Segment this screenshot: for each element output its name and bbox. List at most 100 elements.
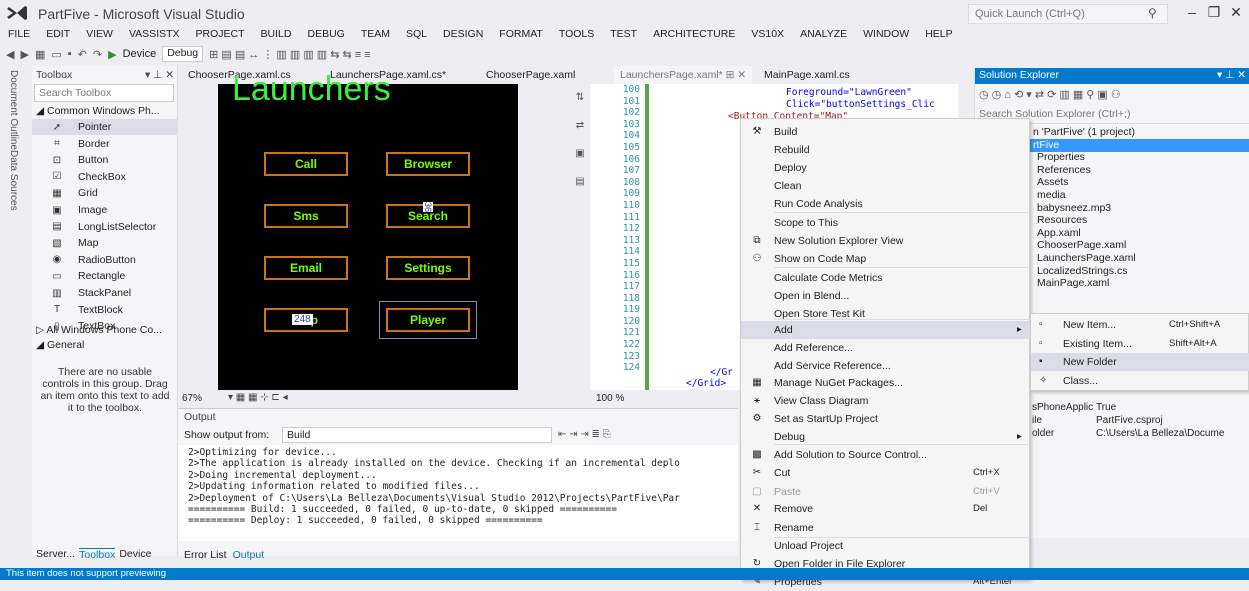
submenu-item-new-folder[interactable]: ▪ New Folder xyxy=(1031,353,1249,371)
submenu-item-class[interactable]: ✧ Class... xyxy=(1031,372,1249,390)
configuration-select[interactable]: Debug xyxy=(162,46,204,62)
menu-project[interactable]: PROJECT xyxy=(188,26,253,43)
settings-button[interactable]: Settings xyxy=(386,256,470,280)
toolbox-search-input[interactable]: Search Toolbox xyxy=(34,84,174,102)
tab-mainpage-cs[interactable]: MainPage.xaml.cs xyxy=(758,66,856,84)
toolbox-item-pointer[interactable]: ➚ Pointer xyxy=(32,119,178,135)
menu-architecture[interactable]: ARCHITECTURE xyxy=(645,26,743,43)
output-source-select[interactable]: Build xyxy=(282,427,552,443)
phone-canvas[interactable] xyxy=(218,84,518,390)
forward-icon[interactable]: ▶ xyxy=(20,48,28,61)
menu-view[interactable]: VIEW xyxy=(78,26,121,43)
context-item-paste[interactable]: Paste ▢ Ctrl+V xyxy=(741,483,1031,501)
context-item-add[interactable]: Add ▸ xyxy=(741,321,1031,339)
toolbox-item-grid[interactable]: ▦ Grid xyxy=(32,185,178,201)
context-item-set-as-startup-project[interactable]: Set as StartUp Project ⚙ xyxy=(741,410,1031,428)
toolbox-item-textblock[interactable]: T TextBlock xyxy=(32,302,178,318)
minimize-icon[interactable]: – xyxy=(1180,4,1204,22)
context-item-add-solution-to-source-control[interactable]: Add Solution to Source Control... ▩ xyxy=(741,446,1031,464)
menu-tools[interactable]: TOOLS xyxy=(551,26,602,43)
start-icon[interactable]: ▶ xyxy=(108,48,116,61)
split-view-icons[interactable]: ⇅ ⇄ ▣ ▤ xyxy=(572,84,588,390)
context-item-deploy[interactable]: Deploy xyxy=(741,159,1031,177)
menu-file[interactable]: FILE xyxy=(0,26,38,43)
browser-button[interactable]: Browser xyxy=(386,152,470,176)
tab-chooserpage-xaml[interactable]: ChooserPage.xaml xyxy=(480,66,581,84)
toolbox-item-stackpanel[interactable]: ▥ StackPanel xyxy=(32,285,178,301)
device-tab[interactable]: Device xyxy=(119,548,151,561)
toolbox-item-image[interactable]: ▣ Image xyxy=(32,202,178,218)
context-item-show-on-code-map[interactable]: Show on Code Map ⚇ xyxy=(741,250,1031,268)
menu-vs10x[interactable]: VS10X xyxy=(743,26,792,43)
output-text[interactable]: 2>Optimizing for device... 2>The applicat… xyxy=(178,445,738,541)
save-icon[interactable]: ▪ xyxy=(68,48,72,60)
context-item-add-reference[interactable]: Add Reference... xyxy=(741,339,1031,357)
context-item-run-code-analysis[interactable]: Run Code Analysis xyxy=(741,195,1031,213)
context-item-rebuild[interactable]: Rebuild xyxy=(741,141,1031,159)
designer-zoom[interactable]: 67% xyxy=(182,393,202,404)
search-icon[interactable]: ⚲ xyxy=(1148,6,1157,20)
output-toolbar-icons[interactable]: ⇤ ⇥ ⇥ ≣ ⎘ xyxy=(558,429,611,440)
context-item-calculate-code-metrics[interactable]: Calculate Code Metrics xyxy=(741,269,1031,287)
context-item-clean[interactable]: Clean xyxy=(741,177,1031,195)
toolbox-item-checkbox[interactable]: ☑ CheckBox xyxy=(32,169,178,185)
email-button[interactable]: Email xyxy=(264,256,348,280)
submenu-item-existing-item[interactable]: ▫ Existing Item... Shift+Alt+A xyxy=(1031,335,1249,353)
quick-launch-input[interactable]: Quick Launch (Ctrl+Q) xyxy=(968,4,1168,24)
context-item-unload-project[interactable]: Unload Project xyxy=(741,537,1031,555)
menu-edit[interactable]: EDIT xyxy=(38,26,78,43)
menu-analyze[interactable]: ANALYZE xyxy=(792,26,855,43)
context-item-debug[interactable]: Debug ▸ xyxy=(741,428,1031,446)
device-target[interactable]: Device xyxy=(123,48,157,60)
context-item-view-class-diagram[interactable]: View Class Diagram ⚹ xyxy=(741,392,1031,410)
menu-help[interactable]: HELP xyxy=(917,26,960,43)
submenu-item-new-item[interactable]: ▫ New Item... Ctrl+Shift+A xyxy=(1031,316,1249,334)
open-icon[interactable]: ▭ xyxy=(51,48,61,61)
output-tab[interactable]: Output xyxy=(233,549,265,561)
sms-button[interactable]: Sms xyxy=(264,204,348,228)
toolbox-group-common[interactable]: ◢ Common Windows Ph... xyxy=(36,105,160,117)
redo-icon[interactable]: ↷ xyxy=(93,48,102,61)
toolbox-item-rectangle[interactable]: ▭ Rectangle xyxy=(32,268,178,284)
context-item-scope-to-this[interactable]: Scope to This xyxy=(741,214,1031,232)
designer-grid-icons[interactable]: ▾ ▦ ▦ ⊹ ⊏ ◂ xyxy=(228,392,288,403)
close-icon[interactable]: ⊞ ✕ xyxy=(726,69,747,81)
player-button[interactable]: Player xyxy=(379,301,477,339)
toolbox-item-border[interactable]: ⌗ Border xyxy=(32,136,178,152)
undo-icon[interactable]: ↶ xyxy=(78,48,87,61)
menu-build[interactable]: BUILD xyxy=(253,26,300,43)
context-item-cut[interactable]: Cut ✂ Ctrl+X xyxy=(741,464,1031,482)
toolbox-tab[interactable]: Toolbox xyxy=(79,548,116,561)
menu-design[interactable]: DESIGN xyxy=(435,26,491,43)
toolbox-item-longlistselector[interactable]: ▤ LongListSelector xyxy=(32,219,178,235)
pin-close-icon[interactable]: ▾ ⊥ ✕ xyxy=(145,69,174,81)
editor-zoom[interactable]: 100 % xyxy=(596,393,624,404)
menu-format[interactable]: FORMAT xyxy=(491,26,551,43)
context-item-new-solution-explorer-view[interactable]: New Solution Explorer View ⧉ xyxy=(741,232,1031,250)
toolbox-item-button[interactable]: ⊡ Button xyxy=(32,152,178,168)
back-icon[interactable]: ◀ xyxy=(6,48,14,61)
pin-close-icon[interactable]: ▾ ⊥ ✕ xyxy=(1217,69,1246,81)
context-item-remove[interactable]: Remove ✕ Del xyxy=(741,500,1031,518)
context-item-manage-nuget-packages[interactable]: Manage NuGet Packages... ▦ xyxy=(741,374,1031,392)
menu-sql[interactable]: SQL xyxy=(398,26,435,43)
data-sources-tab[interactable]: Data Sources xyxy=(8,150,19,211)
context-item-add-service-reference[interactable]: Add Service Reference... xyxy=(741,357,1031,375)
menu-test[interactable]: TEST xyxy=(602,26,645,43)
error-list-tab[interactable]: Error List xyxy=(184,549,227,561)
restore-icon[interactable]: ❐ xyxy=(1202,4,1226,22)
document-outline-tab[interactable]: Document Outline xyxy=(8,70,19,150)
menu-debug[interactable]: DEBUG xyxy=(299,26,352,43)
toolbox-group-general[interactable]: ◢ General xyxy=(36,339,84,351)
new-project-icon[interactable]: ▦ xyxy=(35,48,45,61)
toolbox-group-all[interactable]: ▷ All Windows Phone Co... xyxy=(36,324,162,336)
server-explorer-tab[interactable]: Server... xyxy=(36,548,75,561)
menu-vassistx[interactable]: VASSISTX xyxy=(121,26,188,43)
solution-toolbar-icons[interactable]: ◷ ◷ ⌂ ⟲ ▾ ⇄ ⟳ ▥ ▦ ⚲ ▣ ⚇ xyxy=(979,88,1121,101)
context-item-rename[interactable]: Rename ⌶ xyxy=(741,519,1031,537)
tab-launcherspage-xaml[interactable]: LaunchersPage.xaml* ⊞ ✕ xyxy=(614,66,753,84)
call-button[interactable]: Call xyxy=(264,152,348,176)
context-item-open-in-blend[interactable]: Open in Blend... xyxy=(741,287,1031,305)
toolbox-item-map[interactable]: ▧ Map xyxy=(32,235,178,251)
context-item-build[interactable]: Build ⚒ xyxy=(741,123,1031,141)
